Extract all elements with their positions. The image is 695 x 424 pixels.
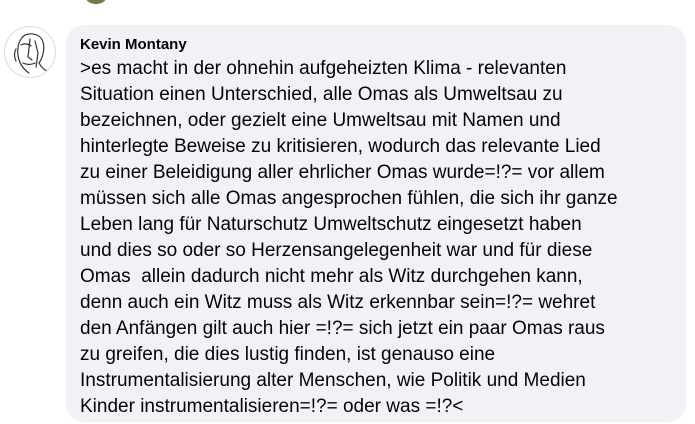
previous-comment-avatar[interactable] (85, 0, 107, 4)
sketch-face-avatar-icon (13, 33, 52, 74)
comment-text: >es macht in der ohnehin aufgeheizten Kl… (80, 58, 618, 417)
comment-author-name[interactable]: Kevin Montany (80, 35, 672, 55)
comment-bubble: Kevin Montany >es macht in der ohnehin a… (66, 25, 686, 422)
author-avatar[interactable] (4, 26, 56, 78)
comment-thread: Kevin Montany >es macht in der ohnehin a… (0, 0, 695, 424)
